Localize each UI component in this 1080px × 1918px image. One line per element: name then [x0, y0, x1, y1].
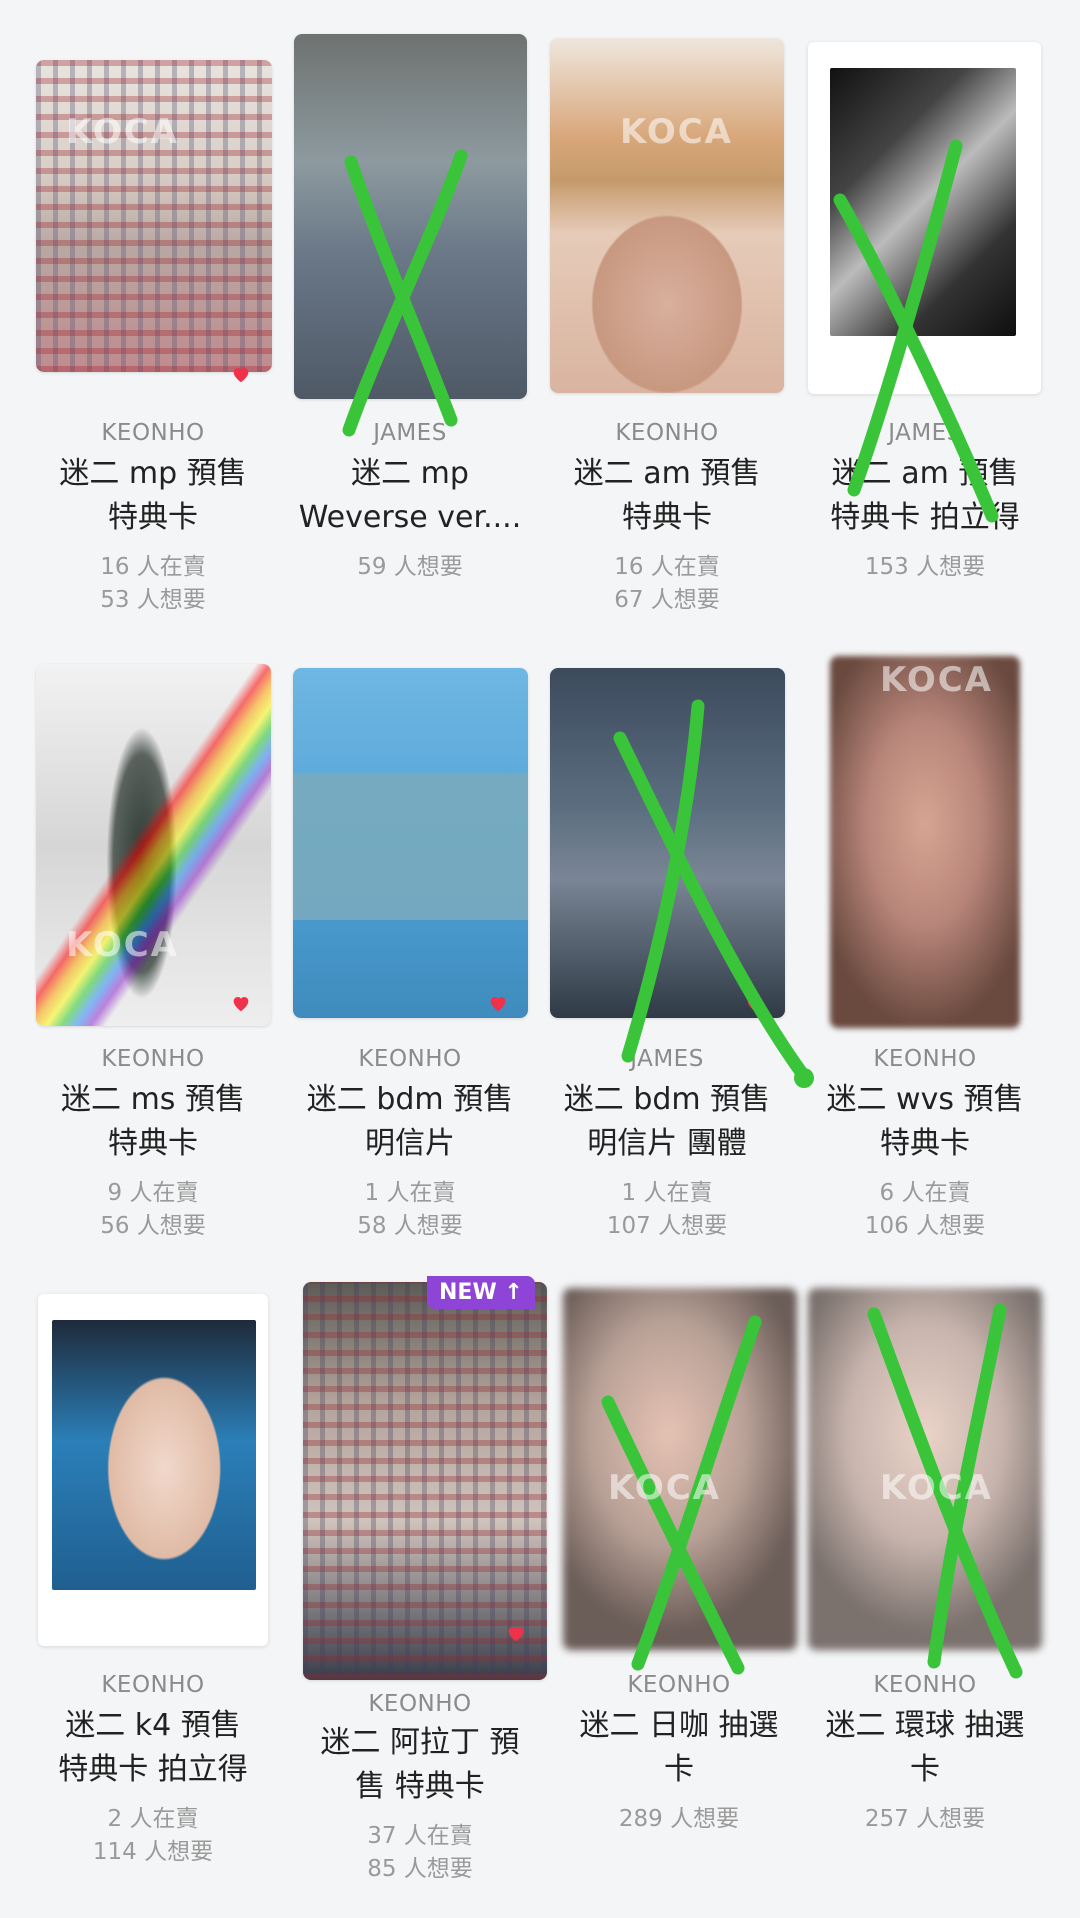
- card-title-line1: 迷二 ms 預售: [61, 1082, 245, 1117]
- heart-icon[interactable]: [505, 1622, 527, 1644]
- card-title-line1: 迷二 bdm 預售: [306, 1082, 514, 1117]
- koca-watermark: KOCA: [608, 1468, 721, 1508]
- koca-watermark: KOCA: [620, 112, 733, 152]
- card-photo[interactable]: [36, 664, 271, 1026]
- koca-watermark: KOCA: [66, 112, 179, 152]
- card-photo[interactable]: [294, 34, 527, 399]
- wants-count: 107 人想要: [606, 1213, 728, 1239]
- member-name: JAMES: [373, 420, 447, 446]
- member-name: KEONHO: [873, 1046, 977, 1072]
- card-title-line2: 特典卡: [108, 1126, 198, 1161]
- koca-watermark: KOCA: [880, 1468, 993, 1508]
- sellers-count: 16 人在賣: [100, 554, 206, 580]
- sellers-count: 9 人在賣: [107, 1180, 199, 1206]
- card-photo[interactable]: [550, 38, 784, 393]
- polaroid-frame[interactable]: [38, 1294, 268, 1646]
- card-title-line1: 迷二 am 預售: [573, 456, 761, 491]
- member-name: JAMES: [888, 420, 962, 446]
- card-title-line1: 迷二 mp: [351, 456, 469, 491]
- card-title-line2: 卡: [664, 1752, 694, 1787]
- member-name: KEONHO: [615, 420, 719, 446]
- wants-count: 67 人想要: [614, 587, 720, 613]
- card-title-line2: 明信片 團體: [587, 1126, 747, 1161]
- wants-count: 59 人想要: [357, 554, 463, 580]
- koca-watermark: KOCA: [66, 925, 179, 965]
- card-title-line2: 售 特典卡: [355, 1769, 485, 1804]
- sellers-count: 2 人在賣: [107, 1806, 199, 1832]
- card-photo[interactable]: [293, 668, 528, 1018]
- sellers-count: 1 人在賣: [621, 1180, 713, 1206]
- heart-icon[interactable]: [487, 992, 509, 1014]
- wants-count: 85 人想要: [367, 1856, 473, 1882]
- card-title-line2: 特典卡: [880, 1126, 970, 1161]
- wants-count: 114 人想要: [92, 1839, 214, 1865]
- card-photo[interactable]: [830, 656, 1020, 1028]
- card-title-line2: 特典卡 拍立得: [830, 500, 1020, 535]
- polaroid-frame[interactable]: [808, 42, 1041, 394]
- wants-count: 257 人想要: [864, 1806, 986, 1832]
- sellers-count: 1 人在賣: [364, 1180, 456, 1206]
- card-title-line2: Weverse ver....: [298, 500, 522, 535]
- member-name: JAMES: [630, 1046, 704, 1072]
- card-title-line2: 特典卡: [622, 500, 712, 535]
- wants-count: 153 人想要: [864, 554, 986, 580]
- card-photo[interactable]: [303, 1282, 547, 1680]
- wants-count: 53 人想要: [100, 587, 206, 613]
- card-title-line1: 迷二 mp 預售: [59, 456, 247, 491]
- member-name: KEONHO: [873, 1672, 977, 1698]
- heart-icon[interactable]: [230, 363, 252, 385]
- card-title-line1: 迷二 日咖 抽選: [579, 1708, 779, 1743]
- member-name: KEONHO: [101, 1046, 205, 1072]
- card-title-line1: 迷二 阿拉丁 預: [320, 1725, 520, 1760]
- photocard-grid: KEONHO 迷二 mp 預售 特典卡 16 人在賣 53 人想要 JAMES …: [0, 0, 1080, 1918]
- card-title-line1: 迷二 bdm 預售: [563, 1082, 771, 1117]
- card-title-line2: 卡: [910, 1752, 940, 1787]
- new-badge: NEW ↑: [427, 1276, 535, 1309]
- sellers-count: 37 人在賣: [367, 1823, 473, 1849]
- wants-count: 106 人想要: [864, 1213, 986, 1239]
- card-photo: [52, 1320, 256, 1590]
- card-title-line1: 迷二 環球 抽選: [825, 1708, 1025, 1743]
- card-title-line1: 迷二 am 預售: [831, 456, 1019, 491]
- member-name: KEONHO: [368, 1691, 472, 1717]
- sellers-count: 6 人在賣: [879, 1180, 971, 1206]
- card-title-line2: 明信片: [365, 1126, 455, 1161]
- wants-count: 289 人想要: [618, 1806, 740, 1832]
- card-photo[interactable]: [36, 60, 272, 372]
- koca-watermark: KOCA: [880, 660, 993, 700]
- member-name: KEONHO: [101, 1672, 205, 1698]
- card-title-line1: 迷二 wvs 預售: [826, 1082, 1024, 1117]
- member-name: KEONHO: [358, 1046, 462, 1072]
- card-photo: [830, 68, 1016, 336]
- heart-icon[interactable]: [230, 992, 252, 1014]
- wants-count: 56 人想要: [100, 1213, 206, 1239]
- sellers-count: 16 人在賣: [614, 554, 720, 580]
- member-name: KEONHO: [101, 420, 205, 446]
- heart-icon[interactable]: [744, 992, 766, 1014]
- card-title-line1: 迷二 k4 預售: [65, 1708, 241, 1743]
- card-title-line2: 特典卡: [108, 500, 198, 535]
- card-photo[interactable]: [550, 668, 785, 1018]
- wants-count: 58 人想要: [357, 1213, 463, 1239]
- card-title-line2: 特典卡 拍立得: [58, 1752, 248, 1787]
- member-name: KEONHO: [627, 1672, 731, 1698]
